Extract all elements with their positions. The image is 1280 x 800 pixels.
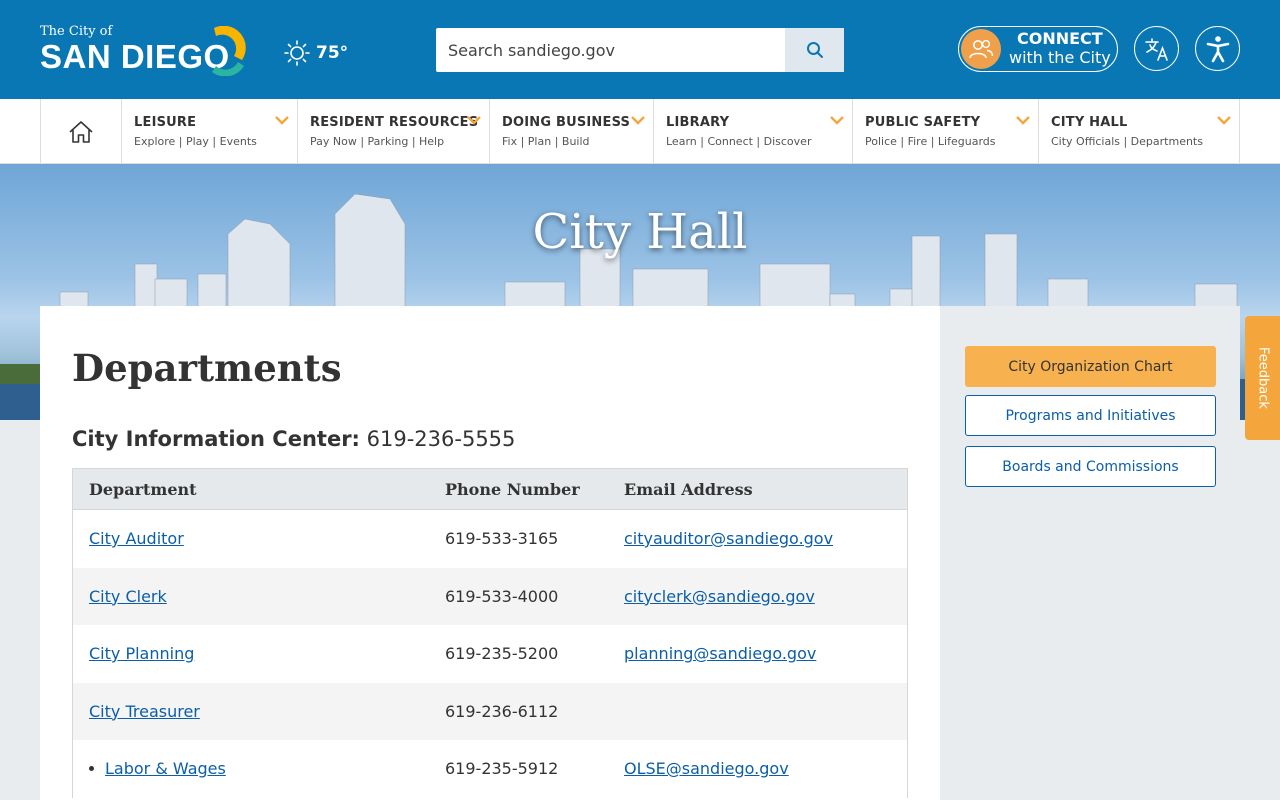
department-link[interactable]: Labor & Wages <box>105 759 226 778</box>
phone-number: 619-235-5912 <box>445 759 559 778</box>
nav-item-title: CITY HALL <box>1051 115 1128 130</box>
table-row: City Clerk 619-533-4000 cityclerk@sandie… <box>73 567 907 625</box>
main-content: Departments City Information Center: 619… <box>40 306 940 800</box>
nav-item-title: LEISURE <box>134 115 197 130</box>
department-link[interactable]: City Planning <box>89 644 194 663</box>
connect-line1: CONNECT <box>1017 29 1103 48</box>
translate-icon <box>1144 37 1168 61</box>
boards-and-commissions-button[interactable]: Boards and Commissions <box>965 446 1216 487</box>
email-link[interactable]: planning@sandiego.gov <box>624 644 816 663</box>
nav-item-title: DOING BUSINESS <box>502 115 631 130</box>
feedback-tab[interactable]: Feedback <box>1245 316 1280 440</box>
programs-and-initiatives-button[interactable]: Programs and Initiatives <box>965 395 1216 436</box>
departments-table: Department Phone Number Email Address Ci… <box>72 468 908 798</box>
nav-item-leisure[interactable]: LEISURE Explore | Play | Events <box>122 99 298 164</box>
column-header-department: Department <box>89 480 197 499</box>
weather-temp: 75° <box>316 43 349 63</box>
phone-number: 619-533-3165 <box>445 529 559 548</box>
city-information-center: City Information Center: 619-236-5555 <box>72 427 515 451</box>
logo-big-text: SAN DIEGO <box>40 38 230 75</box>
nav-item-subtitle: Police | Fire | Lifeguards <box>865 135 996 148</box>
list-bullet <box>89 766 94 771</box>
people-icon <box>969 39 994 59</box>
table-header: Department Phone Number Email Address <box>73 469 907 510</box>
department-link[interactable]: City Treasurer <box>89 702 200 721</box>
nav-item-subtitle: Learn | Connect | Discover <box>666 135 812 148</box>
search-icon <box>806 42 823 58</box>
logo-small-text: The City of <box>40 24 113 39</box>
chevron-down-icon <box>1217 116 1231 125</box>
logo-sun-icon <box>212 26 246 76</box>
translate-button[interactable] <box>1134 26 1179 71</box>
chevron-down-icon <box>467 116 481 125</box>
chevron-down-icon <box>830 116 844 125</box>
chevron-down-icon <box>1016 116 1030 125</box>
email-link[interactable]: cityclerk@sandiego.gov <box>624 587 815 606</box>
nav-item-resident-resources[interactable]: RESIDENT RESOURCES Pay Now | Parking | H… <box>298 99 490 164</box>
department-link[interactable]: City Clerk <box>89 587 167 606</box>
feedback-label: Feedback <box>1255 347 1270 409</box>
hero-title: City Hall <box>532 204 748 260</box>
city-organization-chart-button[interactable]: City Organization Chart <box>965 346 1216 387</box>
nav-item-subtitle: City Officials | Departments <box>1051 135 1203 148</box>
page-title: Departments <box>72 346 342 390</box>
table-row: City Treasurer 619-236-6112 <box>73 682 907 740</box>
nav-item-title: RESIDENT RESOURCES <box>310 115 479 130</box>
search-button[interactable] <box>785 28 844 72</box>
search-bar <box>436 28 844 72</box>
chevron-down-icon <box>275 116 289 125</box>
nav-item-subtitle: Pay Now | Parking | Help <box>310 135 445 148</box>
phone-number: 619-235-5200 <box>445 644 559 663</box>
table-row: Labor & Wages 619-235-5912 OLSE@sandiego… <box>73 740 907 798</box>
accessibility-button[interactable] <box>1195 26 1240 71</box>
main-navigation: LEISURE Explore | Play | Events RESIDENT… <box>0 99 1280 164</box>
nav-home[interactable] <box>41 99 122 164</box>
connect-circle <box>961 29 1001 69</box>
city-logo[interactable]: The City of SAN DIEGO <box>40 24 250 76</box>
nav-item-library[interactable]: LIBRARY Learn | Connect | Discover <box>654 99 853 164</box>
weather-widget[interactable]: 75° <box>284 40 348 66</box>
nav-item-subtitle: Explore | Play | Events <box>134 135 257 148</box>
home-icon <box>69 120 93 143</box>
search-input[interactable] <box>436 28 785 72</box>
top-header: The City of SAN DIEGO 75° Search sandieg… <box>0 0 1280 99</box>
department-link[interactable]: City Auditor <box>89 529 184 548</box>
nav-item-title: PUBLIC SAFETY <box>865 115 981 130</box>
email-link[interactable]: OLSE@sandiego.gov <box>624 759 789 778</box>
nav-item-subtitle: Fix | Plan | Build <box>502 135 590 148</box>
table-row: City Planning 619-235-5200 planning@sand… <box>73 625 907 683</box>
table-row: City Auditor 619-533-3165 cityauditor@sa… <box>73 510 907 568</box>
sun-icon <box>284 40 310 66</box>
info-label: City Information Center: <box>72 427 360 451</box>
accessibility-icon <box>1206 35 1229 62</box>
nav-item-city-hall[interactable]: CITY HALL City Officials | Departments <box>1039 99 1240 164</box>
connect-line2: with the City <box>1009 48 1111 67</box>
sidebar: City Organization Chart Programs and Ini… <box>940 306 1240 800</box>
chevron-down-icon <box>631 116 645 125</box>
nav-item-doing-business[interactable]: DOING BUSINESS Fix | Plan | Build <box>490 99 654 164</box>
column-header-phone: Phone Number <box>445 480 580 499</box>
phone-number: 619-533-4000 <box>445 586 559 606</box>
email-link[interactable]: cityauditor@sandiego.gov <box>624 529 833 548</box>
phone-number: 619-236-6112 <box>445 701 559 721</box>
column-header-email: Email Address <box>624 480 753 499</box>
info-phone: 619-236-5555 <box>366 427 516 451</box>
nav-item-public-safety[interactable]: PUBLIC SAFETY Police | Fire | Lifeguards <box>853 99 1039 164</box>
nav-item-title: LIBRARY <box>666 115 730 130</box>
connect-with-city-button[interactable]: CONNECT with the City <box>958 26 1118 72</box>
